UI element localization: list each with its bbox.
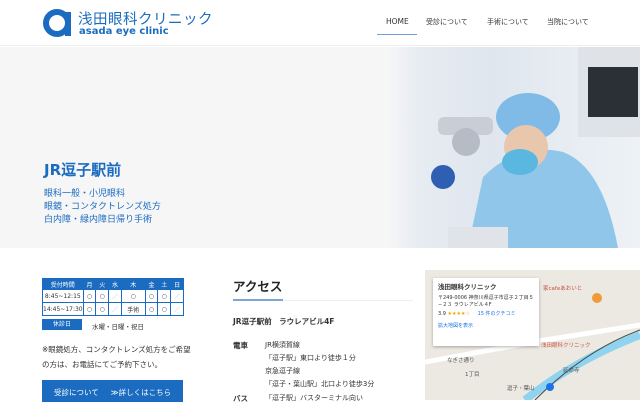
map-label: 1丁目 [465,372,480,378]
col-header: 水 [108,278,122,290]
nav-surgery[interactable]: 手術について [487,17,529,27]
col-header: 木 [120,278,146,290]
access-address: JR逗子駅前 ラウレアビル4F [233,317,335,326]
cell: 手術 [120,302,146,316]
table-header-row: 受付時間 月 火 水 木 金 土 日 [42,278,184,290]
hero-line: 眼科一般・小児眼科 [44,189,126,199]
cell: ○ [82,302,97,316]
map-reviews-link[interactable]: 15 件のクチコミ [478,311,516,317]
rating-stars-icon: ★★★★☆ [447,311,470,317]
cell: ○ [157,289,172,303]
col-header: 日 [170,278,184,290]
map-enlarge-link[interactable]: 拡大地図を表示 [438,323,534,330]
divider-accent [233,299,283,301]
map-label: なぎさ通り [447,358,475,364]
nav-home[interactable]: HOME [386,17,409,26]
table-row: 14:45~17:30 ○ ○ ／手術 ○ ○ ／ [42,302,184,316]
bus-label: バス [233,394,248,403]
cell: ○ [95,289,110,303]
bus-line: 「逗子駅」バスターミナル向い [265,394,363,402]
cell: ○ [82,289,97,303]
site-header: 浅田眼科クリニック asada eye clinic HOME 受診について 手… [0,0,640,46]
consultation-details-button[interactable]: 受診について ≫詳しくはこちら [42,380,183,402]
col-header: 月 [82,278,97,290]
nav-active-indicator [377,34,417,35]
cell: ○ [144,289,159,303]
hero-photo-surgeon [388,47,640,248]
nav-about[interactable]: 当院について [547,17,589,27]
cell: ○ [120,289,146,303]
map-label: 家cafeあおいと [543,286,583,292]
col-header: 金 [144,278,159,290]
cell: ○ [95,302,110,316]
map-place-name: 浅田眼科クリニック [438,283,497,291]
nav-consultation[interactable]: 受診について [426,17,468,27]
train-line: 京急逗子線 [265,367,300,375]
map-label: 逗子・葉山 [507,386,535,392]
train-line: 「逗子駅」東口より徒歩１分 [265,354,356,362]
cell: 14:45~17:30 [42,302,84,316]
logo-text-en[interactable]: asada eye clinic [79,26,169,37]
office-hours-table: 受付時間 月 火 水 木 金 土 日 8:45~12:15 ○ ○ ／ ○ ○ ○ ／ 14:… [42,278,184,316]
cell: 8:45~12:15 [42,289,84,303]
google-map[interactable]: 家cafeあおいと 浅田眼科クリニック なぎさ通り 1丁目 逗子・葉山 延命寺 … [425,270,640,400]
cell: ○ [144,302,159,316]
hero-title: JR逗子駅前 [44,161,122,179]
access-heading: アクセス [233,279,283,294]
cell: ○ [157,302,172,316]
map-rating: 3.9 [438,311,446,317]
train-label: 電車 [233,341,248,350]
cell: ／ [108,302,122,316]
cell: ／ [108,289,122,303]
logo-icon[interactable] [43,9,72,37]
train-line: 「逗子・葉山駅」北口より徒歩3分 [265,380,375,388]
map-place-address: 〒249-0006 神奈川県逗子市逗子２丁目５−２３ ラウレアビル４F [438,295,534,308]
col-header: 土 [157,278,172,290]
map-label: 延命寺 [563,368,580,374]
train-line: JR横須賀線 [265,341,300,349]
col-header: 火 [95,278,110,290]
holiday-days: 水曜・日曜・祝日 [92,323,144,331]
hero-line: 白内障・緑内障日帰り手術 [44,215,153,225]
table-row: 8:45~12:15 ○ ○ ／ ○ ○ ○ ／ [42,289,184,303]
col-header: 受付時間 [42,278,84,290]
holiday-label: 休診日 [42,319,82,330]
hero-line: 眼鏡・コンタクトレンズ処方 [44,202,161,212]
map-label: 浅田眼科クリニック [541,343,591,349]
map-info-card: 浅田眼科クリニック 〒249-0006 神奈川県逗子市逗子２丁目５−２３ ラウレ… [433,278,539,346]
cell: ／ [170,289,184,303]
cell: ／ [170,302,184,316]
reservation-note: ※眼鏡処方、コンタクトレンズ処方をご希望の方は、お電話にてご予約下さい。 [42,345,191,369]
